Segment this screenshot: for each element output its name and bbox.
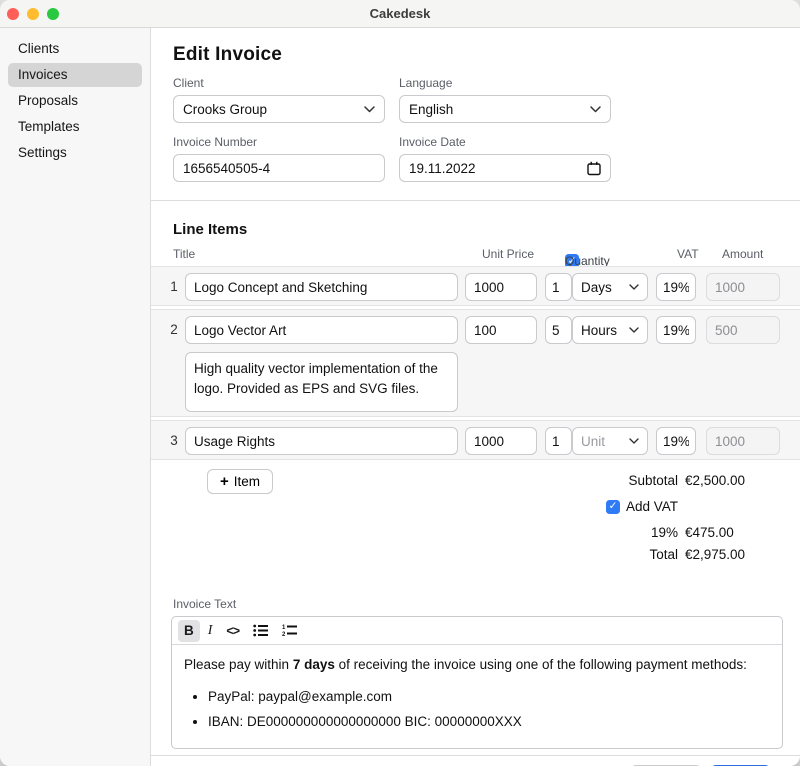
add-vat-label: Add VAT bbox=[626, 499, 678, 514]
language-label: Language bbox=[399, 76, 611, 90]
sidebar-item-proposals[interactable]: Proposals bbox=[8, 89, 142, 113]
svg-text:1: 1 bbox=[282, 625, 286, 631]
ordered-list-button[interactable]: 1 2 bbox=[276, 620, 303, 642]
app-window: Cakedesk Clients Invoices Proposals Temp… bbox=[0, 0, 800, 766]
unit-price-input[interactable] bbox=[465, 427, 537, 455]
item-title-input[interactable] bbox=[185, 427, 458, 455]
list-item: PayPal: paypal@example.com bbox=[208, 687, 770, 707]
vat-input[interactable] bbox=[656, 427, 696, 455]
language-select[interactable]: English bbox=[399, 95, 611, 123]
total-value: €2,975.00 bbox=[685, 547, 783, 562]
section-divider bbox=[151, 200, 800, 201]
vat-input[interactable] bbox=[656, 316, 696, 344]
item-description-textarea[interactable]: High quality vector implementation of th… bbox=[185, 352, 458, 412]
chevron-down-icon bbox=[629, 438, 639, 444]
calendar-icon[interactable] bbox=[587, 161, 601, 176]
list-item: IBAN: DE000000000000000000 BIC: 00000000… bbox=[208, 712, 770, 732]
amount-output bbox=[706, 427, 780, 455]
add-item-button[interactable]: + Item bbox=[207, 469, 273, 494]
payment-methods-list: PayPal: paypal@example.com IBAN: DE00000… bbox=[184, 687, 770, 732]
subtotal-label: Subtotal bbox=[628, 473, 678, 488]
add-vat-checkbox[interactable]: ✓ bbox=[606, 500, 620, 514]
amount-output bbox=[706, 273, 780, 301]
bullet-list-icon bbox=[253, 624, 268, 637]
language-select-value: English bbox=[409, 102, 590, 117]
chevron-down-icon bbox=[364, 106, 375, 113]
line-items-heading: Line Items bbox=[173, 221, 783, 238]
unit-select-value: Hours bbox=[581, 323, 629, 338]
rich-text-editor: B I <> 1 bbox=[171, 616, 783, 749]
row-index: 3 bbox=[165, 421, 183, 461]
sidebar-item-templates[interactable]: Templates bbox=[8, 115, 142, 139]
vat-rate-label: 19% bbox=[651, 525, 678, 540]
unit-select[interactable]: Days bbox=[572, 273, 648, 301]
chevron-down-icon bbox=[590, 106, 601, 113]
sidebar-item-clients[interactable]: Clients bbox=[8, 37, 142, 61]
unit-price-input[interactable] bbox=[465, 316, 537, 344]
svg-text:2: 2 bbox=[282, 632, 286, 637]
italic-button[interactable]: I bbox=[202, 620, 219, 642]
line-item-row: 2 Hours High quality vector implementati… bbox=[151, 309, 800, 417]
invoice-number-label: Invoice Number bbox=[173, 135, 385, 149]
item-title-input[interactable] bbox=[185, 273, 458, 301]
vat-value: €475.00 bbox=[685, 525, 783, 540]
row-index: 2 bbox=[165, 310, 183, 350]
client-label: Client bbox=[173, 76, 385, 90]
subtotal-value: €2,500.00 bbox=[685, 473, 783, 488]
invoice-header-form: Client Crooks Group Language English Inv… bbox=[173, 76, 783, 194]
row-index: 1 bbox=[165, 267, 183, 307]
column-title: Title bbox=[173, 247, 195, 261]
sidebar-item-settings[interactable]: Settings bbox=[8, 141, 142, 165]
quantity-input[interactable] bbox=[545, 427, 572, 455]
unit-select-value: Days bbox=[581, 280, 629, 295]
payment-terms-paragraph: Please pay within 7 days of receiving th… bbox=[184, 655, 770, 675]
editor-toolbar: B I <> 1 bbox=[172, 617, 782, 645]
invoice-date-value: 19.11.2022 bbox=[409, 161, 587, 176]
plus-icon: + bbox=[220, 474, 229, 489]
totals-section: + Item Subtotal €2,500.00 ✓ Add VAT 19% bbox=[173, 467, 783, 571]
item-title-input[interactable] bbox=[185, 316, 458, 344]
invoice-number-input[interactable] bbox=[173, 154, 385, 182]
bullet-list-button[interactable] bbox=[247, 620, 274, 642]
add-item-label: Item bbox=[234, 474, 260, 489]
unit-price-input[interactable] bbox=[465, 273, 537, 301]
line-item-row: 3 Unit bbox=[151, 420, 800, 460]
client-select[interactable]: Crooks Group bbox=[173, 95, 385, 123]
code-button[interactable]: <> bbox=[220, 620, 245, 642]
column-vat: VAT bbox=[677, 247, 699, 261]
line-item-row: 1 Days bbox=[151, 266, 800, 306]
editor-content[interactable]: Please pay within 7 days of receiving th… bbox=[172, 645, 782, 748]
client-select-value: Crooks Group bbox=[183, 102, 364, 117]
invoice-text-label: Invoice Text bbox=[173, 597, 783, 611]
quantity-input[interactable] bbox=[545, 273, 572, 301]
line-items-column-headers: Title Unit Price ✓ Quantity VAT Amount bbox=[173, 238, 783, 266]
edit-invoice-panel: Edit Invoice Client Crooks Group Languag… bbox=[151, 28, 800, 766]
footer-actions: Cancel Save bbox=[173, 756, 783, 766]
window-title: Cakedesk bbox=[0, 6, 800, 21]
unit-select[interactable]: Hours bbox=[572, 316, 648, 344]
bold-text: 7 days bbox=[293, 657, 335, 672]
sidebar-item-invoices[interactable]: Invoices bbox=[8, 63, 142, 87]
column-unit-price: Unit Price bbox=[482, 247, 534, 261]
invoice-text-section: Invoice Text B I <> bbox=[173, 597, 783, 749]
chevron-down-icon bbox=[629, 284, 639, 290]
unit-select-placeholder: Unit bbox=[581, 434, 629, 449]
quantity-input[interactable] bbox=[545, 316, 572, 344]
chevron-down-icon bbox=[629, 327, 639, 333]
vat-input[interactable] bbox=[656, 273, 696, 301]
page-title: Edit Invoice bbox=[173, 44, 783, 66]
unit-select[interactable]: Unit bbox=[572, 427, 648, 455]
amount-output bbox=[706, 316, 780, 344]
invoice-date-input[interactable]: 19.11.2022 bbox=[399, 154, 611, 182]
bold-button[interactable]: B bbox=[178, 620, 200, 642]
column-amount: Amount bbox=[722, 247, 763, 261]
invoice-date-label: Invoice Date bbox=[399, 135, 611, 149]
titlebar: Cakedesk bbox=[0, 0, 800, 28]
sidebar: Clients Invoices Proposals Templates Set… bbox=[0, 28, 151, 766]
total-label: Total bbox=[649, 547, 678, 562]
ordered-list-icon: 1 2 bbox=[282, 624, 297, 637]
